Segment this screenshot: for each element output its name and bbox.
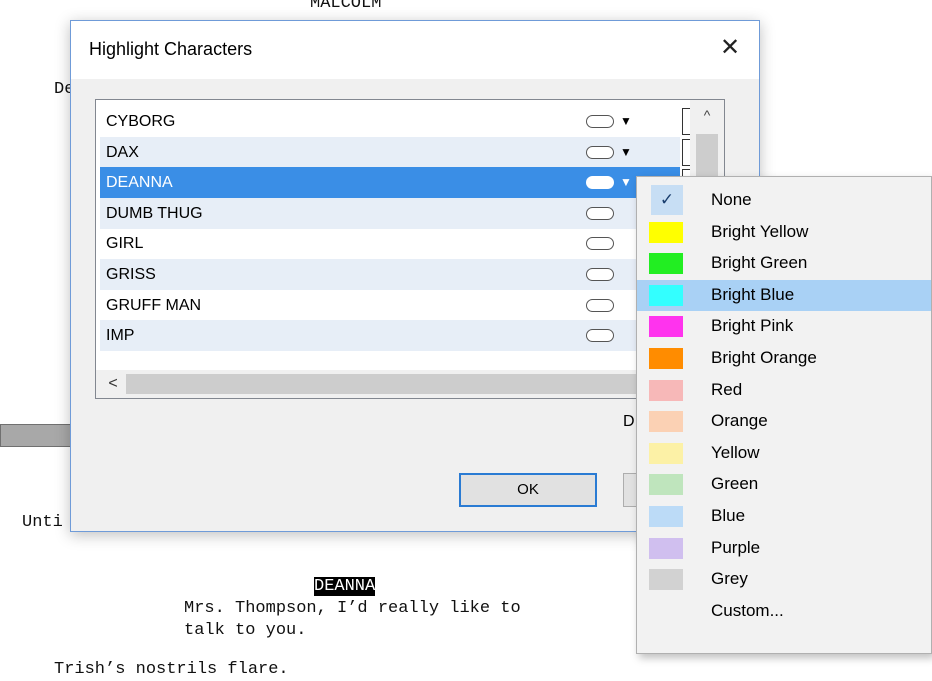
ok-button[interactable]: OK — [459, 473, 597, 507]
color-swatch — [649, 537, 683, 559]
color-swatch — [649, 316, 683, 338]
character-name: DEANNA — [106, 174, 173, 192]
character-row[interactable]: GRISS — [100, 259, 680, 290]
checkmark-icon: ✓ — [651, 185, 683, 215]
color-menu-label: Bright Pink — [711, 316, 794, 336]
character-name: GIRL — [106, 235, 144, 253]
color-menu-item[interactable]: Yellow — [637, 438, 931, 470]
dialog-title: Highlight Characters — [89, 39, 253, 59]
character-row[interactable]: DAX ▼ — [100, 136, 709, 168]
horizontal-scrollbar[interactable]: < — [96, 370, 724, 398]
color-oval-icon[interactable] — [586, 298, 614, 312]
bg-dialogue-line-2: talk to you. — [184, 621, 307, 640]
color-swatch — [649, 442, 683, 464]
character-name: GRUFF MAN — [106, 296, 202, 314]
character-name: IMP — [106, 327, 135, 345]
character-name: DAX — [106, 143, 139, 161]
bg-character-cue-deanna: DEANNA — [314, 577, 376, 596]
color-swatch — [649, 506, 683, 527]
color-menu-label: Grey — [711, 569, 748, 589]
color-menu-item[interactable]: Blue — [637, 501, 931, 533]
dialog-titlebar: Highlight Characters ✕ — [71, 21, 759, 79]
color-oval-icon[interactable] — [586, 176, 614, 190]
color-menu-label: Custom... — [711, 600, 784, 620]
color-menu-item[interactable]: Bright Blue — [637, 279, 931, 312]
dropdown-arrow-icon[interactable]: ▼ — [620, 167, 632, 198]
character-name: DUMB THUG — [106, 204, 203, 222]
color-swatch — [649, 348, 683, 369]
character-row[interactable]: IMP — [100, 320, 680, 352]
color-menu-item[interactable]: Bright Pink — [637, 311, 931, 343]
vertical-scroll-thumb[interactable] — [696, 134, 718, 180]
color-oval-icon[interactable] — [586, 237, 614, 251]
color-menu-label: Orange — [711, 411, 768, 431]
character-row[interactable]: DEANNA ▼ — [100, 167, 709, 199]
color-menu-label: Bright Yellow — [711, 221, 809, 241]
bg-action-line: Trish’s nostrils flare. — [54, 660, 289, 679]
partial-label: D — [623, 413, 635, 430]
color-oval-icon[interactable] — [586, 329, 614, 343]
color-menu-label: Bright Blue — [711, 284, 795, 304]
bg-text-until: Unti — [22, 513, 63, 532]
scroll-left-icon[interactable]: < — [102, 372, 124, 396]
character-name: GRISS — [106, 266, 156, 283]
color-menu-item[interactable]: Purple — [637, 533, 931, 565]
character-row[interactable]: GIRL — [100, 228, 680, 259]
bg-dialogue-line-1: Mrs. Thompson, I’d really like to — [184, 599, 521, 618]
character-list: CYBORG ▼ DAX ▼ DEANNA ▼ DUMB THUG GIRL GRISS GRUF… — [95, 99, 725, 399]
color-menu-item[interactable]: Grey — [637, 564, 931, 596]
character-row[interactable]: CYBORG ▼ — [100, 106, 709, 137]
color-menu-item[interactable]: Green — [637, 469, 931, 501]
color-menu-label: Yellow — [711, 442, 760, 462]
dropdown-arrow-icon[interactable]: ▼ — [620, 106, 632, 137]
color-menu-label: Bright Orange — [711, 348, 817, 367]
character-row[interactable]: GRUFF MAN — [100, 290, 680, 321]
color-menu-item[interactable]: Orange — [637, 406, 931, 438]
bg-gray-bar — [0, 424, 80, 447]
color-swatch — [649, 474, 683, 496]
color-menu-item[interactable]: ✓ None — [637, 185, 931, 217]
color-oval-icon[interactable] — [586, 145, 614, 159]
color-swatch — [649, 221, 683, 243]
character-row[interactable]: DUMB THUG — [100, 197, 680, 229]
color-oval-icon[interactable] — [586, 206, 614, 220]
horizontal-scroll-thumb[interactable] — [126, 374, 666, 394]
color-menu-label: None — [711, 190, 752, 209]
color-menu-item[interactable]: Bright Green — [637, 248, 931, 280]
color-menu-label: Red — [711, 379, 743, 399]
scroll-up-icon[interactable]: ^ — [690, 100, 724, 130]
color-menu-label: Blue — [711, 506, 746, 525]
color-menu-label: Purple — [711, 537, 761, 557]
color-swatch — [649, 411, 683, 433]
close-icon[interactable]: ✕ — [713, 31, 747, 65]
color-swatch — [649, 284, 683, 306]
dropdown-arrow-icon[interactable]: ▼ — [620, 137, 632, 168]
character-name: CYBORG — [106, 113, 176, 130]
color-swatch — [649, 569, 683, 591]
color-swatch — [649, 253, 683, 275]
color-menu-label: Green — [711, 474, 759, 494]
bg-character-name-top: MALCOLM — [310, 0, 382, 13]
color-menu-label: Bright Green — [711, 253, 808, 273]
color-oval-icon[interactable] — [586, 115, 614, 128]
color-menu-item[interactable]: Bright Yellow — [637, 217, 931, 249]
color-oval-icon[interactable] — [586, 268, 614, 281]
color-swatch — [649, 379, 683, 401]
color-menu-item[interactable]: Bright Orange — [637, 343, 931, 375]
color-menu-item[interactable]: Red — [637, 375, 931, 407]
highlight-color-menu: ✓ None Bright Yellow Bright Green Bright Blu… — [636, 176, 932, 654]
color-menu-item[interactable]: Custom... — [637, 596, 931, 628]
